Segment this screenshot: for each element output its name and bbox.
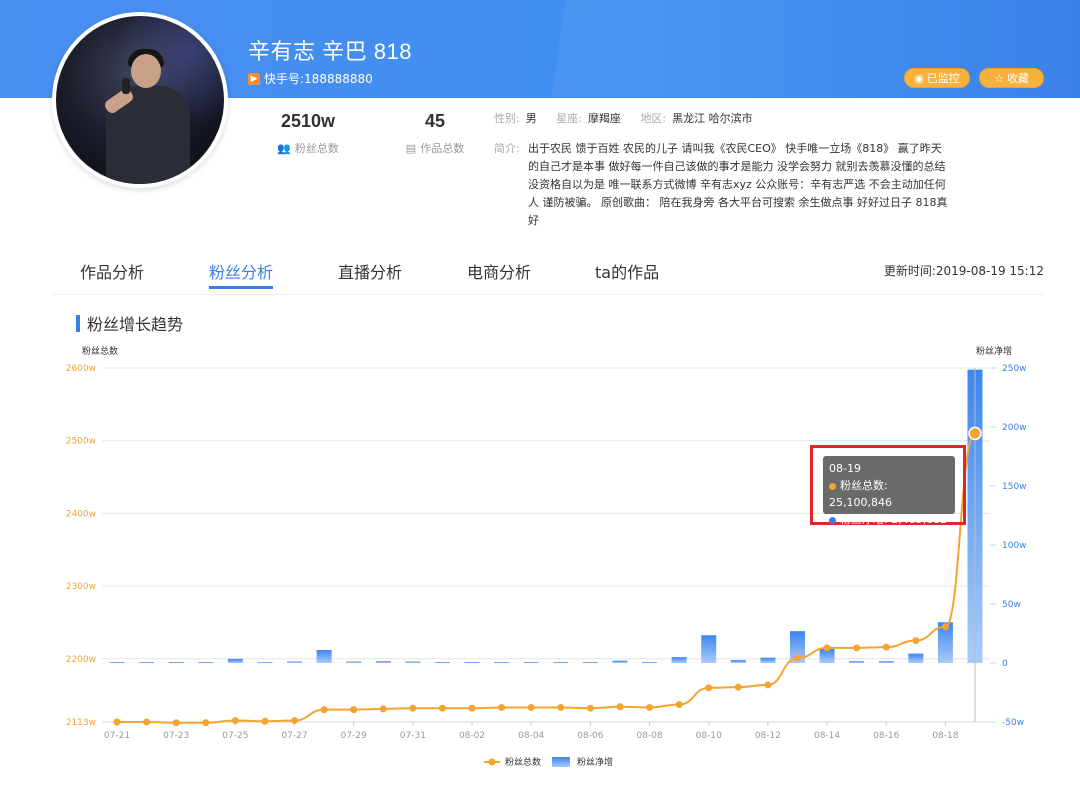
x-tick-label: 08-02 xyxy=(459,731,485,741)
net-growth-bar xyxy=(730,660,746,663)
net-growth-bar xyxy=(671,657,687,663)
net-growth-bar xyxy=(494,662,510,663)
net-growth-bar xyxy=(878,661,894,663)
fans-total-point xyxy=(143,718,151,726)
fans-total-point xyxy=(793,654,801,662)
fans-total-point xyxy=(527,703,535,711)
right-tick-label: 50w xyxy=(1002,600,1021,610)
fans-total-point xyxy=(675,701,683,709)
net-growth-bar xyxy=(109,662,125,663)
fans-total-point xyxy=(113,718,121,726)
net-growth-bar xyxy=(553,662,569,663)
tooltip-total: 粉丝总数: 25,100,846 xyxy=(829,479,892,509)
net-growth-bar xyxy=(849,661,865,663)
net-growth-bar xyxy=(701,635,717,663)
fans-total-point xyxy=(172,719,180,727)
left-tick-label: 2400w xyxy=(66,509,96,519)
fans-total-point xyxy=(882,643,890,651)
net-growth-bar xyxy=(168,662,184,663)
net-growth-bar xyxy=(434,662,450,663)
fans-total-point xyxy=(261,717,269,725)
right-axis-title: 粉丝净增 xyxy=(976,345,1012,357)
fans-trend-chart: 粉丝总数 粉丝净增2600w2500w2400w2300w2200w2113w25… xyxy=(66,345,1027,768)
net-growth-bar xyxy=(464,662,480,663)
fans-total-point xyxy=(468,704,476,712)
fans-total-point xyxy=(646,703,654,711)
legend-bar-swatch xyxy=(552,757,570,767)
x-tick-label: 08-06 xyxy=(577,731,603,741)
tooltip-line-dot xyxy=(829,482,836,490)
fans-total-point xyxy=(291,717,299,725)
net-growth-bar xyxy=(375,661,391,663)
x-tick-label: 07-31 xyxy=(400,731,426,741)
fans-total-point xyxy=(202,719,210,727)
x-tick-label: 08-10 xyxy=(696,731,722,741)
tooltip-date: 08-19 xyxy=(829,462,861,475)
x-tick-label: 07-25 xyxy=(222,731,248,741)
net-growth-bar xyxy=(405,661,421,663)
left-tick-label: 2500w xyxy=(66,437,96,447)
net-growth-bar xyxy=(227,658,243,663)
fans-total-point xyxy=(616,703,624,711)
net-growth-bar xyxy=(642,662,658,663)
x-tick-label: 07-21 xyxy=(104,731,130,741)
right-tick-label: 100w xyxy=(1002,541,1027,551)
x-tick-label: 08-18 xyxy=(932,731,958,741)
fans-total-point xyxy=(764,681,772,689)
left-tick-label: 2600w xyxy=(66,364,96,374)
x-tick-label: 07-29 xyxy=(341,731,367,741)
net-growth-bar xyxy=(139,662,155,663)
fans-total-point xyxy=(853,644,861,652)
fans-total-point xyxy=(941,623,949,631)
left-axis-title: 粉丝总数 xyxy=(82,345,118,357)
net-growth-bar xyxy=(287,661,303,663)
net-growth-bar xyxy=(760,657,776,663)
net-growth-bar xyxy=(346,661,362,663)
x-tick-label: 08-04 xyxy=(518,731,544,741)
fans-total-point xyxy=(379,705,387,713)
net-growth-bar xyxy=(582,662,598,663)
x-tick-label: 08-16 xyxy=(873,731,899,741)
fans-total-point xyxy=(409,704,417,712)
fans-total-point xyxy=(734,683,742,691)
x-tick-label: 08-12 xyxy=(755,731,781,741)
fans-total-point xyxy=(438,704,446,712)
net-growth-bar xyxy=(316,650,332,663)
net-growth-bar xyxy=(198,662,214,663)
fans-total-point xyxy=(557,703,565,711)
fans-total-point xyxy=(586,704,594,712)
x-tick-label: 08-08 xyxy=(636,731,662,741)
left-tick-label: 2200w xyxy=(66,655,96,665)
chart-tooltip: 08-19 粉丝总数: 25,100,846 粉丝净增: 2,485,682 xyxy=(823,456,955,526)
x-tick-label: 08-14 xyxy=(814,731,840,741)
right-tick-label: 200w xyxy=(1002,423,1027,433)
fans-total-point xyxy=(968,426,982,441)
x-tick-label: 07-23 xyxy=(163,731,189,741)
left-tick-label: 2300w xyxy=(66,582,96,592)
tooltip-bar-dot xyxy=(829,516,836,524)
legend-fans-total: 粉丝总数 xyxy=(505,756,541,768)
fans-total-point xyxy=(912,637,920,645)
net-growth-bar xyxy=(523,662,539,663)
net-growth-bar xyxy=(612,660,628,663)
fans-total-point xyxy=(320,706,328,714)
net-growth-bar xyxy=(257,662,273,663)
right-tick-label: 150w xyxy=(1002,482,1027,492)
x-tick-label: 07-27 xyxy=(281,731,307,741)
right-tick-label: -50w xyxy=(1002,718,1024,728)
right-tick-label: 0 xyxy=(1002,659,1008,669)
fans-total-point xyxy=(823,644,831,652)
fans-total-point xyxy=(705,684,713,692)
right-tick-label: 250w xyxy=(1002,364,1027,374)
net-growth-bar xyxy=(908,653,924,663)
legend-net-growth: 粉丝净增 xyxy=(577,756,613,768)
tooltip-net: 粉丝净增: 2,485,682 xyxy=(840,513,948,526)
left-tick-label: 2113w xyxy=(66,718,96,728)
fans-total-point xyxy=(231,717,239,725)
legend-line-dot xyxy=(488,758,496,766)
fans-total-point xyxy=(350,706,358,714)
fans-total-point xyxy=(498,703,506,711)
